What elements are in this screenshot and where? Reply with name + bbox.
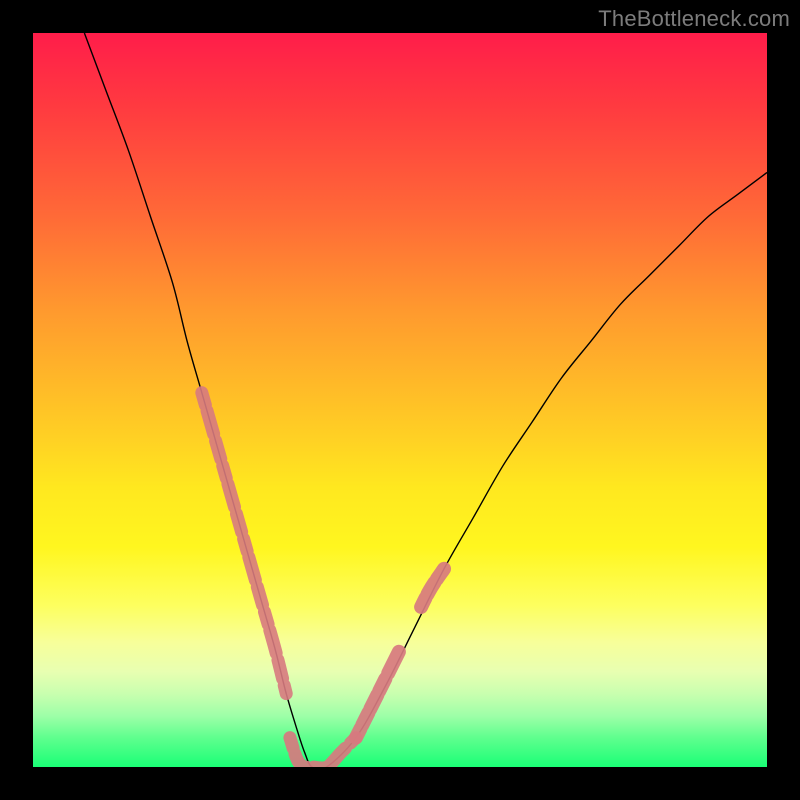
highlight-segment-right (356, 569, 444, 738)
watermark-text: TheBottleneck.com (598, 6, 790, 32)
outer-frame: TheBottleneck.com (0, 0, 800, 800)
bottleneck-curve (84, 33, 767, 767)
highlight-segment-left (202, 393, 286, 694)
chart-svg (33, 33, 767, 767)
highlight-segment-bottom (290, 738, 356, 767)
plot-area (33, 33, 767, 767)
